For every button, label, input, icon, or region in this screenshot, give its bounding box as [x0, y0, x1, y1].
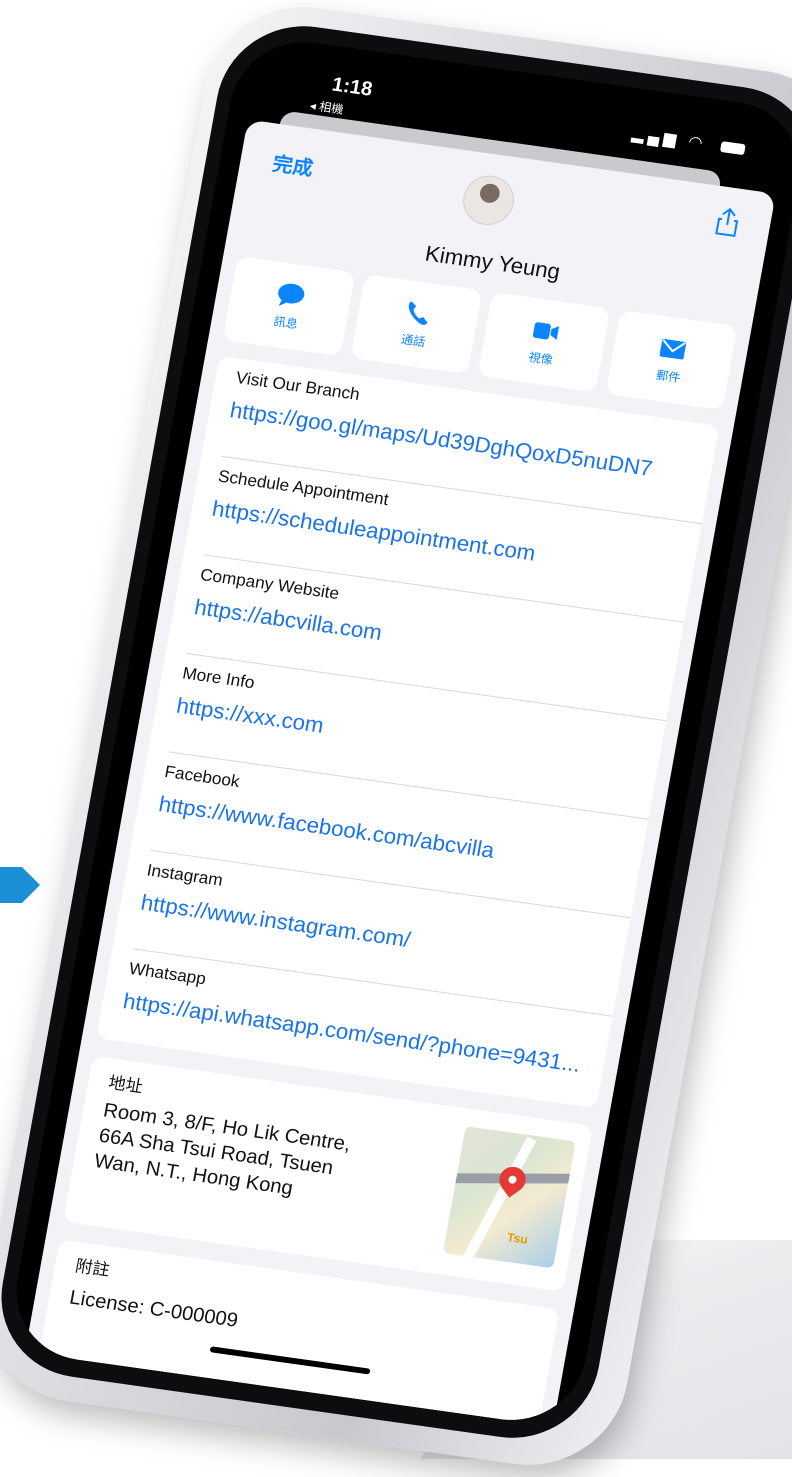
video-icon — [532, 321, 559, 340]
message-button[interactable]: 訊息 — [222, 256, 356, 357]
notes-label: 附註 — [73, 1256, 112, 1280]
signal-icon: ▂▄▆ — [630, 125, 682, 150]
action-label: 視像 — [527, 349, 555, 367]
arrow-marker — [0, 867, 40, 903]
links-card: Visit Our Branch https://goo.gl/maps/Ud3… — [96, 355, 720, 1109]
mail-button[interactable]: 郵件 — [604, 309, 738, 411]
video-button[interactable]: 視像 — [477, 291, 611, 393]
battery-icon — [719, 141, 746, 156]
message-icon — [277, 283, 305, 306]
mail-icon — [659, 338, 687, 359]
action-label: 郵件 — [655, 367, 682, 385]
address-value[interactable]: Room 3, 8/F, Ho Lik Centre, 66A Sha Tsui… — [92, 1098, 386, 1213]
map-thumbnail[interactable]: Tsu — [442, 1126, 576, 1269]
address-label: 地址 — [106, 1073, 145, 1097]
notes-value: License: C-000009 — [67, 1286, 240, 1332]
phone-screen: 1:18 ◂ 相機 ▂▄▆ ◠ 完成 Kimmy Yeung 訊息 通話 視像 … — [4, 32, 792, 1430]
done-button[interactable]: 完成 — [271, 147, 316, 181]
avatar — [459, 172, 518, 229]
status-icons: ▂▄▆ ◠ — [630, 124, 746, 159]
map-place-label: Tsu — [506, 1230, 529, 1247]
field-label: More Info — [180, 663, 257, 693]
field-label: Whatsapp — [127, 959, 208, 989]
wifi-icon: ◠ — [686, 133, 708, 153]
field-label: Facebook — [163, 762, 242, 792]
call-button[interactable]: 通話 — [349, 273, 483, 375]
action-label: 訊息 — [272, 313, 300, 331]
action-label: 通話 — [400, 331, 427, 349]
status-time: 1:18 — [330, 73, 375, 101]
phone-icon — [409, 301, 428, 325]
contact-sheet: 完成 Kimmy Yeung 訊息 通話 視像 郵件 Visit Our Bra… — [18, 119, 776, 1430]
field-label: Instagram — [145, 860, 225, 890]
share-icon[interactable] — [713, 206, 742, 239]
